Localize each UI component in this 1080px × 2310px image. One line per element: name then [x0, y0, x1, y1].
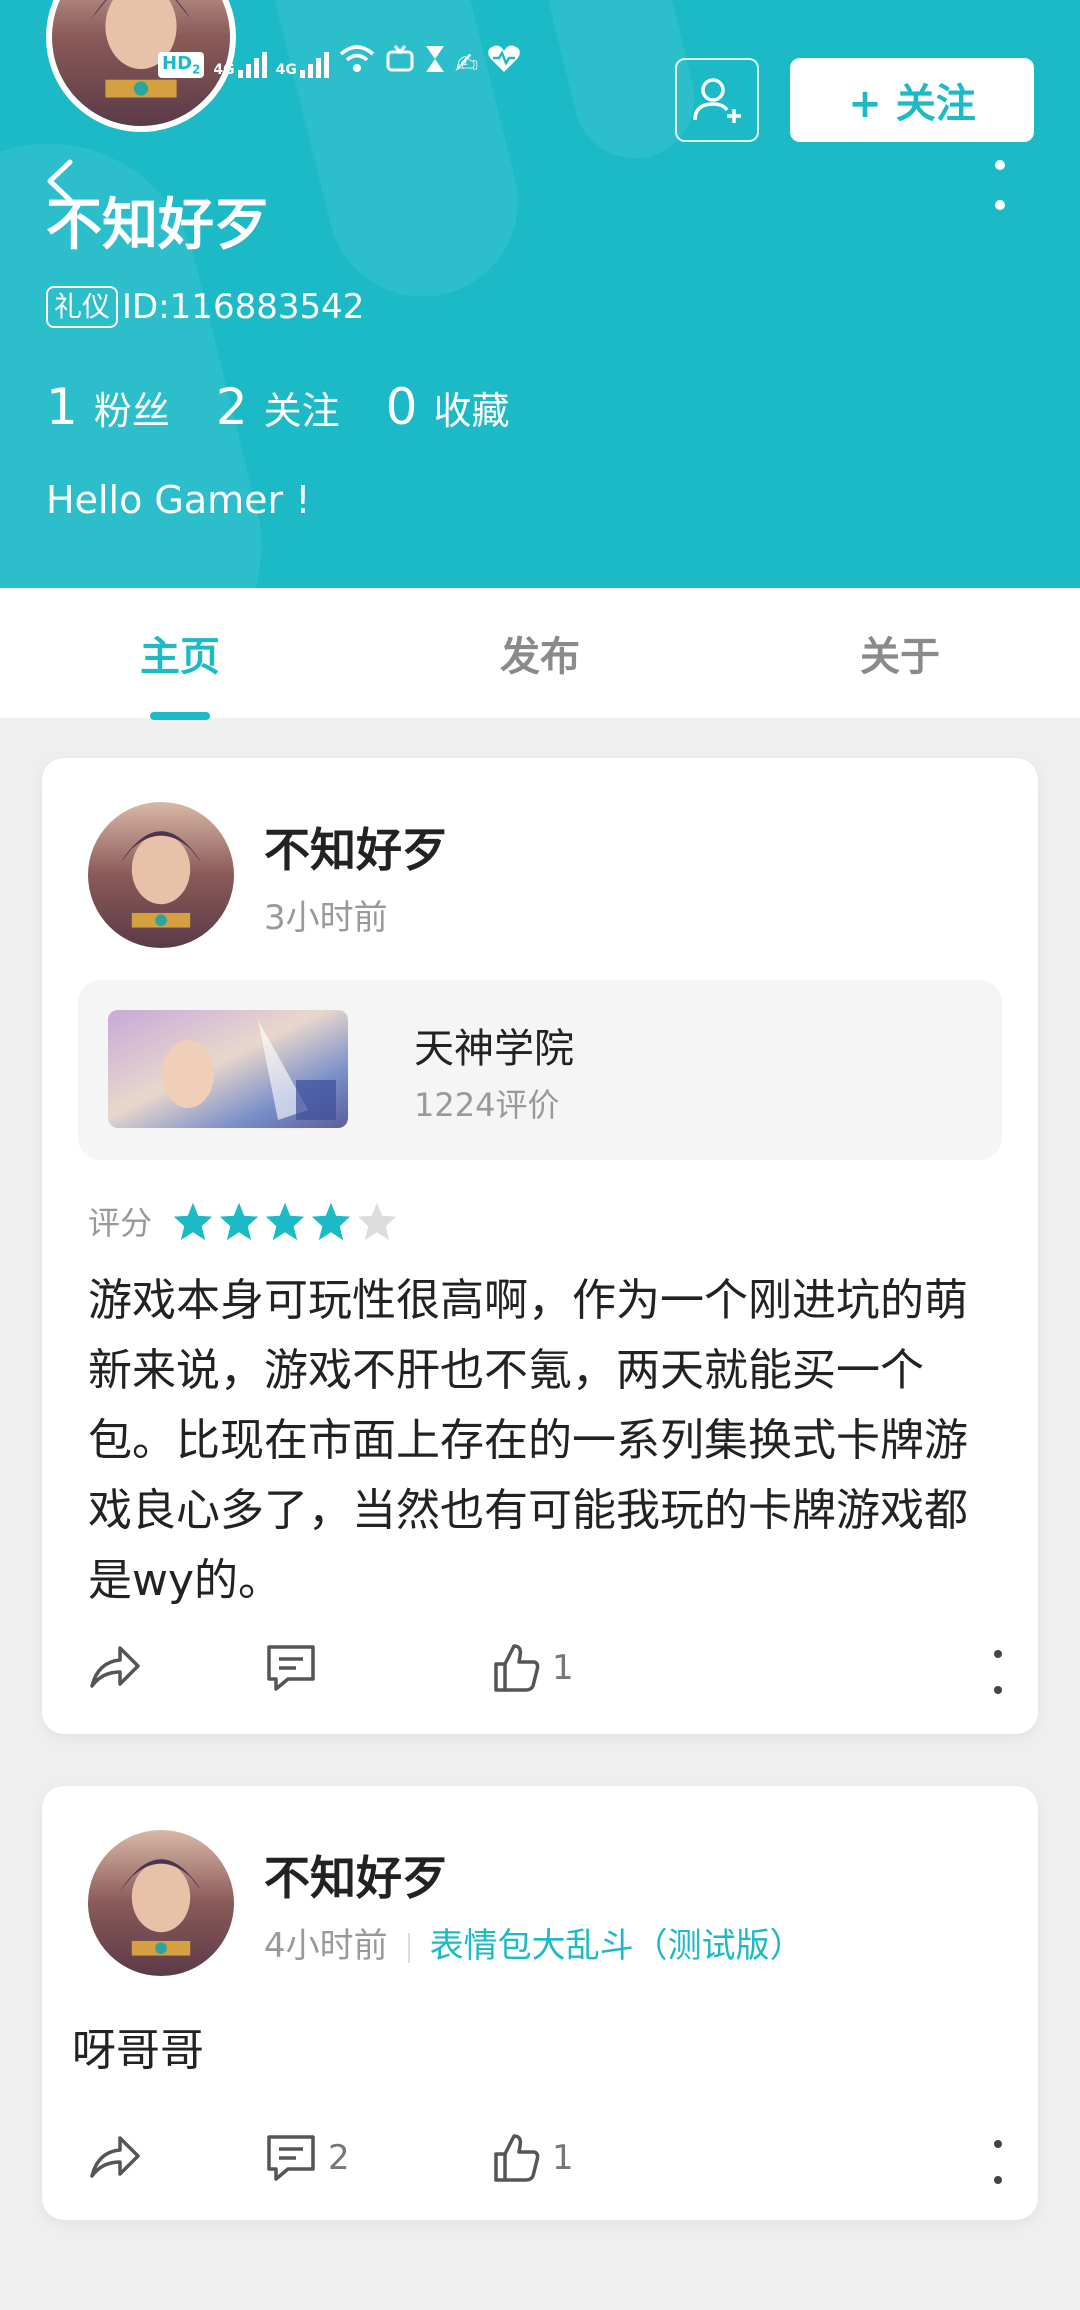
rating-label: 评分	[88, 1204, 153, 1242]
network-type: 4G	[275, 62, 297, 78]
game-link[interactable]: 表情包大乱斗（测试版）	[430, 1926, 804, 1966]
profile-tabs: 主页 发布 关于	[0, 588, 1080, 720]
post-more-icon[interactable]	[988, 2140, 1008, 2184]
review-card[interactable]: 不知好歹 3小时前 天神学院 1224评价 评分 游戏本身可玩性很高啊，作为一个…	[42, 758, 1038, 1734]
author-name[interactable]: 不知好歹	[264, 814, 448, 880]
comment-button[interactable]	[264, 1642, 318, 1694]
post-more-icon[interactable]	[988, 1650, 1008, 1694]
game-info-card[interactable]: 天神学院 1224评价	[78, 980, 1002, 1160]
rating-row: 评分	[88, 1198, 398, 1244]
like-button[interactable]: 1	[492, 1642, 574, 1694]
author-name[interactable]: 不知好歹	[264, 1842, 448, 1908]
post-actions: 1	[88, 1642, 1008, 1702]
comment-button[interactable]: 2	[264, 2132, 350, 2184]
comment-icon	[267, 2135, 315, 2181]
game-title: 天神学院	[414, 1026, 574, 1072]
comment-icon	[267, 1645, 315, 1691]
star-icon	[357, 1202, 397, 1241]
star-icon	[173, 1202, 213, 1241]
network-type: 4G	[213, 62, 235, 78]
post-actions: 2 1	[88, 2132, 1008, 2192]
comment-count: 2	[328, 2138, 350, 2178]
star-icon	[265, 1202, 305, 1241]
status-bar: HD2 4G 4G ✍	[158, 44, 521, 78]
thumbs-up-icon	[494, 1644, 540, 1692]
post-text: 呀哥哥	[72, 2025, 204, 2076]
like-count: 1	[552, 2138, 574, 2178]
user-id: ID:116883542	[122, 287, 365, 327]
add-friend-button[interactable]	[675, 58, 759, 142]
tab-indicator	[150, 712, 210, 720]
like-button[interactable]: 1	[492, 2132, 574, 2184]
profile-username: 不知好歹	[46, 193, 270, 258]
tab-about[interactable]: 关于	[800, 624, 1000, 682]
share-button[interactable]	[88, 1642, 142, 1692]
share-icon	[90, 2136, 140, 2178]
add-user-icon	[693, 78, 741, 123]
author-avatar[interactable]	[88, 802, 234, 948]
post-meta: 4小时前 表情包大乱斗（测试版）	[264, 1918, 804, 1967]
follow-button[interactable]: + 关注	[790, 58, 1034, 142]
share-icon	[90, 1646, 140, 1688]
post-card[interactable]: 不知好歹 4小时前 表情包大乱斗（测试版） 呀哥哥 2 1	[42, 1786, 1038, 2220]
hourglass-icon	[424, 44, 446, 78]
tv-icon	[385, 44, 415, 78]
profile-header: HD2 4G 4G ✍ + 关注 不知好歹 礼仪 ID:116883542 1	[0, 0, 1080, 588]
thumbs-up-icon	[494, 2134, 540, 2182]
wifi-icon	[338, 44, 376, 78]
stat-favorites[interactable]: 0 收藏	[386, 378, 510, 436]
review-text: 游戏本身可玩性很高啊，作为一个刚进坑的萌新来说，游戏不肝也不氪，两天就能买一个包…	[88, 1275, 968, 1606]
etiquette-badge: 礼仪	[46, 286, 119, 328]
stat-following[interactable]: 2 关注	[216, 378, 340, 436]
hd-indicator: HD2	[158, 52, 205, 78]
game-thumbnail	[108, 1010, 348, 1128]
star-icon	[219, 1202, 259, 1241]
profile-stats: 1 粉丝 2 关注 0 收藏	[46, 378, 509, 436]
more-options-icon[interactable]	[985, 160, 1015, 210]
author-avatar[interactable]	[88, 1830, 234, 1976]
profile-id-row: 礼仪 ID:116883542	[46, 286, 364, 328]
game-review-count: 1224评价	[414, 1086, 560, 1124]
post-time: 4小时前	[264, 1926, 388, 1966]
share-button[interactable]	[88, 2132, 142, 2182]
like-count: 1	[552, 1648, 574, 1688]
tab-home[interactable]: 主页	[80, 624, 280, 682]
stat-followers[interactable]: 1 粉丝	[46, 378, 170, 436]
profile-bio: Hello Gamer !	[46, 478, 311, 522]
star-icon	[311, 1202, 351, 1241]
heart-rate-icon	[487, 44, 521, 78]
meta-divider	[407, 1932, 410, 1963]
tab-posts[interactable]: 发布	[440, 624, 640, 682]
signal-icon	[299, 48, 329, 78]
signal-icon	[237, 48, 267, 78]
rating-stars	[172, 1201, 398, 1241]
post-time: 3小时前	[264, 898, 388, 938]
app-notification-icon: ✍	[454, 47, 479, 80]
